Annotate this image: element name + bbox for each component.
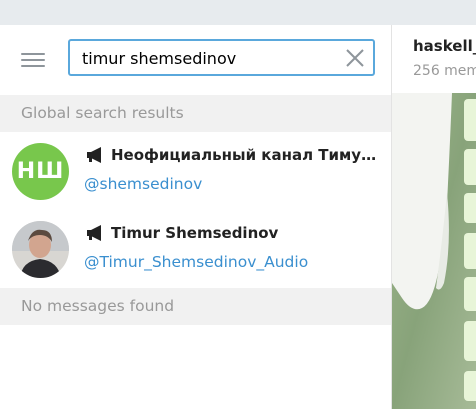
- result-title: Timur Shemsedinov: [111, 224, 279, 242]
- messages-search-header: No messages found: [0, 288, 391, 325]
- chat-title: haskell_la: [413, 37, 476, 55]
- megaphone-icon: [87, 147, 101, 163]
- chat-header[interactable]: haskell_la 256 members: [392, 25, 476, 93]
- chat-panel: haskell_la 256 members: [391, 25, 476, 409]
- search-box[interactable]: [68, 39, 375, 76]
- close-icon[interactable]: [345, 48, 365, 68]
- search-result-user[interactable]: Timur Shemsedinov @Timur_Shemsedinov_Aud…: [0, 218, 391, 282]
- result-title-row: Неофициальный канал Тимура Шемсединова: [86, 144, 382, 166]
- result-username: @shemsedinov: [84, 175, 203, 193]
- result-username: @Timur_Shemsedinov_Audio: [84, 253, 309, 271]
- search-input[interactable]: [82, 47, 342, 69]
- search-result-channel[interactable]: НШ Неофициальный канал Тимура Шемсединов…: [0, 140, 391, 204]
- result-title-row: Timur Shemsedinov: [86, 222, 382, 244]
- chat-subtitle: 256 members: [413, 63, 476, 79]
- avatar: НШ: [12, 143, 69, 200]
- chat-background: [392, 93, 476, 409]
- hamburger-menu-icon[interactable]: [21, 51, 45, 69]
- result-title: Неофициальный канал Тимура Шемсединова: [111, 146, 382, 164]
- megaphone-icon: [87, 225, 101, 241]
- global-search-header: Global search results: [0, 95, 391, 132]
- search-bar-row: [0, 25, 391, 95]
- left-panel: Global search results НШ Неофициальный к…: [0, 25, 391, 409]
- avatar: [12, 221, 69, 278]
